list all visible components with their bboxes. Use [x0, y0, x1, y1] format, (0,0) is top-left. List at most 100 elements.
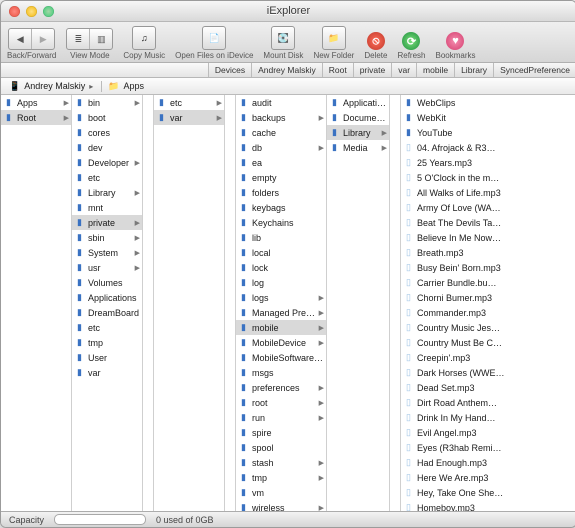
folder-row[interactable]: ▮Apps▶ — [1, 95, 71, 110]
breadcrumb-item[interactable]: Library — [454, 63, 493, 77]
folder-row[interactable]: ▮etc — [72, 170, 142, 185]
file-row[interactable]: ▯Had Enough.mp3 — [401, 455, 575, 470]
folder-row[interactable]: ▮lock — [236, 260, 326, 275]
folder-row[interactable]: ▮DreamBoard — [72, 305, 142, 320]
file-row[interactable]: ▯Army Of Love (WA… — [401, 200, 575, 215]
breadcrumb-item[interactable]: mobile — [416, 63, 454, 77]
folder-row[interactable]: ▮var — [72, 365, 142, 380]
file-row[interactable]: ▯Dark Horses (WWE… — [401, 365, 575, 380]
folder-row[interactable]: ▮Keychains — [236, 215, 326, 230]
file-row[interactable]: ▯Carrier Bundle.bu… — [401, 275, 575, 290]
mount-disk-button[interactable]: 💽 — [271, 26, 295, 50]
folder-row[interactable]: ▮folders — [236, 185, 326, 200]
folder-row[interactable]: ▮msgs — [236, 365, 326, 380]
folder-row[interactable]: ▮sbin▶ — [72, 230, 142, 245]
folder-row[interactable]: ▮Developer▶ — [72, 155, 142, 170]
folder-row[interactable]: ▮Applications — [327, 95, 389, 110]
folder-row[interactable]: ▮dev — [72, 140, 142, 155]
file-row[interactable]: ▯Hey, Take One She… — [401, 485, 575, 500]
file-row[interactable]: ▯Drink In My Hand… — [401, 410, 575, 425]
folder-row[interactable]: ▮MobileSoftwareUp… — [236, 350, 326, 365]
file-row[interactable]: ▯Beat The Devils Ta… — [401, 215, 575, 230]
folder-row[interactable]: ▮root▶ — [236, 395, 326, 410]
folder-row[interactable]: ▮Media▶ — [327, 140, 389, 155]
file-row[interactable]: ▯Creepin'.mp3 — [401, 350, 575, 365]
folder-row[interactable]: ▮preferences▶ — [236, 380, 326, 395]
folder-row[interactable]: ▮User — [72, 350, 142, 365]
folder-row[interactable]: ▮bin▶ — [72, 95, 142, 110]
folder-row[interactable]: ▮private▶ — [72, 215, 142, 230]
folder-row[interactable]: ▮audit — [236, 95, 326, 110]
folder-row[interactable]: ▮spire — [236, 425, 326, 440]
column-1[interactable]: ▮Apps▶▮Root▶ — [1, 95, 72, 511]
column-2[interactable]: ▮bin▶▮boot▮cores▮dev▮Developer▶▮etc▮Libr… — [72, 95, 143, 511]
column-3a[interactable]: ▮etc▶▮var▶ — [154, 95, 225, 511]
folder-row[interactable]: ▮lib — [236, 230, 326, 245]
folder-row[interactable]: ▮empty — [236, 170, 326, 185]
file-row[interactable]: ▯Country Music Jes… — [401, 320, 575, 335]
breadcrumb-item[interactable]: Andrey Malskiy — [251, 63, 322, 77]
folder-row[interactable]: ▮Documents — [327, 110, 389, 125]
column-view-button[interactable]: ▥ — [90, 29, 112, 49]
folder-row[interactable]: ▮logs▶ — [236, 290, 326, 305]
file-row[interactable]: ▯Dirt Road Anthem… — [401, 395, 575, 410]
folder-row[interactable]: ▮boot — [72, 110, 142, 125]
folder-row[interactable]: ▮local — [236, 245, 326, 260]
breadcrumb-item[interactable]: private — [353, 63, 392, 77]
delete-button[interactable]: ⦸ — [367, 32, 385, 50]
folder-row[interactable]: ▮wireless▶ — [236, 500, 326, 511]
file-row[interactable]: ▯Busy Bein' Born.mp3 — [401, 260, 575, 275]
folder-row[interactable]: ▮System▶ — [72, 245, 142, 260]
zoom-light[interactable] — [43, 6, 54, 17]
open-files-button[interactable]: 📄 — [202, 26, 226, 50]
folder-row[interactable]: ▮mnt — [72, 200, 142, 215]
file-row[interactable]: ▯Chorni Bumer.mp3 — [401, 290, 575, 305]
file-row[interactable]: ▯04. Afrojack & R3… — [401, 140, 575, 155]
folder-row[interactable]: ▮var▶ — [154, 110, 224, 125]
breadcrumb-item[interactable]: var — [391, 63, 416, 77]
device-name-cell[interactable]: 📱 Andrey Malskiy ▸ — [1, 81, 102, 92]
folder-row[interactable]: ▮tmp — [72, 335, 142, 350]
back-forward-buttons[interactable]: ◀ ▶ — [8, 28, 55, 50]
folder-row[interactable]: ▮run▶ — [236, 410, 326, 425]
column-4[interactable]: ▮Applications▮Documents▮Library▶▮Media▶ — [327, 95, 390, 511]
file-row[interactable]: ▯Country Must Be C… — [401, 335, 575, 350]
breadcrumb-item[interactable]: SyncedPreference — [493, 63, 575, 77]
file-row[interactable]: ▯All Walks of Life.mp3 — [401, 185, 575, 200]
file-row[interactable]: ▯Commander.mp3 — [401, 305, 575, 320]
folder-row[interactable]: ▮usr▶ — [72, 260, 142, 275]
folder-row[interactable]: ▮vm — [236, 485, 326, 500]
bookmarks-button[interactable]: ♥ — [446, 32, 464, 50]
folder-row[interactable]: ▮Library▶ — [327, 125, 389, 140]
forward-button[interactable]: ▶ — [32, 29, 54, 49]
breadcrumb-item[interactable]: Devices — [208, 63, 251, 77]
folder-row[interactable]: ▮cache — [236, 125, 326, 140]
minimize-light[interactable] — [26, 6, 37, 17]
file-row[interactable]: ▯Dead Set.mp3 — [401, 380, 575, 395]
folder-row[interactable]: ▮db▶ — [236, 140, 326, 155]
file-row[interactable]: ▯25 Years.mp3 — [401, 155, 575, 170]
folder-row[interactable]: ▮spool — [236, 440, 326, 455]
file-row[interactable]: ▯Evil Angel.mp3 — [401, 425, 575, 440]
folder-row[interactable]: ▮Volumes — [72, 275, 142, 290]
folder-row[interactable]: ▮WebKit — [401, 110, 575, 125]
folder-row[interactable]: ▮cores — [72, 125, 142, 140]
device-sub-cell[interactable]: 📁 Apps — [102, 81, 150, 92]
folder-row[interactable]: ▮Applications — [72, 290, 142, 305]
column-5[interactable]: ▮WebClips▮WebKit▮YouTube▯04. Afrojack & … — [401, 95, 575, 511]
file-row[interactable]: ▯5 O'Clock in the m… — [401, 170, 575, 185]
back-button[interactable]: ◀ — [9, 29, 32, 49]
folder-row[interactable]: ▮stash▶ — [236, 455, 326, 470]
folder-row[interactable]: ▮backups▶ — [236, 110, 326, 125]
new-folder-button[interactable]: 📁 — [322, 26, 346, 50]
file-row[interactable]: ▯Here We Are.mp3 — [401, 470, 575, 485]
column-3b[interactable]: ▮audit▮backups▶▮cache▮db▶▮ea▮empty▮folde… — [236, 95, 327, 511]
close-light[interactable] — [9, 6, 20, 17]
file-row[interactable]: ▯Eyes (R3hab Remi… — [401, 440, 575, 455]
view-mode-buttons[interactable]: ≣ ▥ — [66, 28, 113, 50]
folder-row[interactable]: ▮etc — [72, 320, 142, 335]
breadcrumb-item[interactable]: Root — [322, 63, 353, 77]
folder-row[interactable]: ▮mobile▶ — [236, 320, 326, 335]
file-row[interactable]: ▯Believe In Me Now… — [401, 230, 575, 245]
folder-row[interactable]: ▮YouTube — [401, 125, 575, 140]
